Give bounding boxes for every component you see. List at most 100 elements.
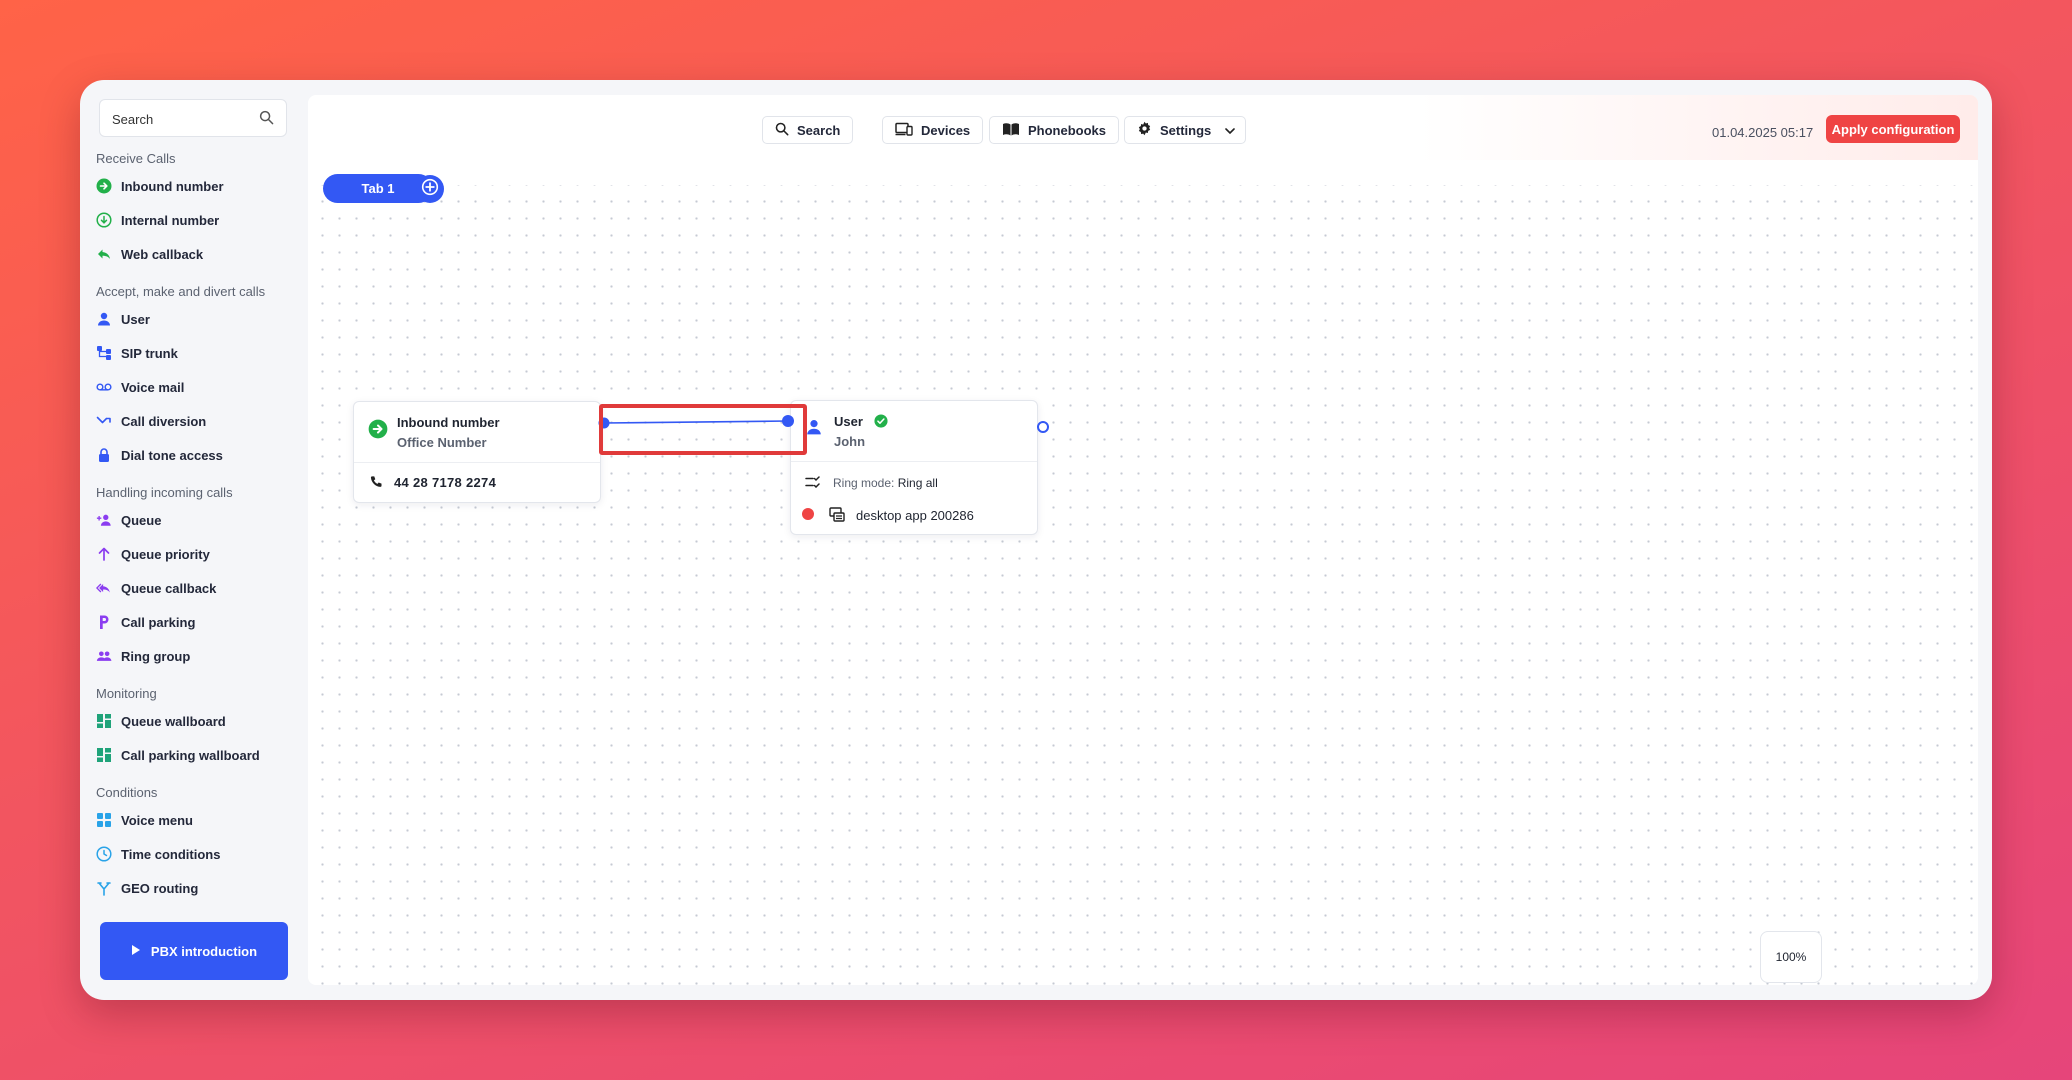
- main-canvas-area: Search Devices Phonebooks Settings 01.04…: [308, 95, 1978, 985]
- dashboard-icon: [96, 713, 112, 729]
- user-node-subtitle: John: [834, 434, 866, 449]
- user-icon: [96, 311, 112, 327]
- sidebar-item-geo-routing[interactable]: GEO routing: [96, 874, 296, 902]
- sidebar-item-label: Voice mail: [121, 379, 185, 395]
- phone-icon: [369, 475, 383, 494]
- ring-mode-text: Ring mode: Ring all: [833, 476, 938, 490]
- play-icon: [131, 944, 141, 959]
- user-node-title: User: [834, 414, 863, 429]
- lock-icon: [96, 447, 112, 463]
- inbound-arrow-icon: [96, 178, 112, 194]
- sidebar-item-label: Ring group: [121, 648, 191, 664]
- status-offline-dot: [802, 508, 814, 520]
- sidebar-item-queue[interactable]: Queue: [96, 506, 296, 534]
- sidebar-item-label: Queue wallboard: [121, 713, 226, 729]
- sidebar-item-internal-number[interactable]: Internal number: [96, 206, 296, 234]
- inbound-node-subtitle: Office Number: [397, 435, 487, 450]
- sidebar-item-queue-callback[interactable]: Queue callback: [96, 574, 296, 602]
- sidebar-item-label: User: [121, 311, 150, 327]
- sidebar-item-ring-group[interactable]: Ring group: [96, 642, 296, 670]
- section-receive-calls: Receive Calls: [96, 151, 176, 166]
- sidebar-item-user[interactable]: User: [96, 305, 296, 333]
- parking-icon: [96, 614, 112, 630]
- highlight-box: [599, 404, 807, 455]
- toolbar-settings-dropdown[interactable]: Settings: [1124, 116, 1246, 144]
- clock-icon: [96, 846, 112, 862]
- sidebar-item-label: Time conditions: [121, 846, 221, 862]
- sidebar-item-voice-menu[interactable]: Voice menu: [96, 806, 296, 834]
- user-node-header: User John: [791, 401, 1037, 462]
- verified-check-icon: [874, 414, 888, 433]
- arrow-up-icon: [96, 546, 112, 562]
- sidebar-search-input[interactable]: [110, 100, 254, 138]
- ring-mode-icon: [805, 475, 821, 493]
- ring-mode-value: Ring all: [897, 476, 938, 490]
- device-name: desktop app 200286: [856, 508, 974, 523]
- toolbar-search-button[interactable]: Search: [762, 116, 854, 144]
- internal-download-icon: [96, 212, 112, 228]
- book-icon: [1002, 122, 1020, 139]
- inbound-number-node[interactable]: Inbound number Office Number 44 28 7178 …: [353, 401, 601, 503]
- plus-circle-icon: [421, 178, 439, 201]
- desktop-app-icon: [829, 506, 845, 527]
- section-accept-calls: Accept, make and divert calls: [96, 284, 266, 299]
- sidebar-item-dial-tone-access[interactable]: Dial tone access: [96, 441, 296, 469]
- section-conditions: Conditions: [96, 785, 158, 800]
- inbound-node-header: Inbound number Office Number: [354, 402, 600, 463]
- ring-mode-label: Ring mode:: [833, 476, 895, 490]
- sidebar-item-label: Web callback: [121, 246, 204, 262]
- sidebar: Receive Calls Inbound number Internal nu…: [80, 80, 308, 1000]
- sidebar-item-sip-trunk[interactable]: SIP trunk: [96, 339, 296, 367]
- fork-icon: [96, 880, 112, 896]
- section-handling-calls: Handling incoming calls: [96, 485, 233, 500]
- user-node[interactable]: User John Ring mode: Ring all desktop ap…: [790, 400, 1038, 535]
- sidebar-item-call-parking[interactable]: Call parking: [96, 608, 296, 636]
- group-icon: [96, 648, 112, 664]
- apply-configuration-button[interactable]: Apply configuration: [1826, 115, 1960, 143]
- devices-icon: [895, 122, 913, 139]
- sidebar-search[interactable]: [99, 99, 287, 138]
- chevron-down-icon: [1225, 123, 1236, 138]
- toolbar-devices-label: Devices: [921, 122, 971, 138]
- toolbar-search-label: Search: [797, 122, 841, 138]
- sidebar-item-web-callback[interactable]: Web callback: [96, 240, 296, 268]
- search-icon[interactable]: [259, 110, 274, 130]
- sidebar-item-queue-priority[interactable]: Queue priority: [96, 540, 296, 568]
- zoom-level[interactable]: 100%: [1760, 931, 1822, 983]
- flow-canvas-grid[interactable]: [308, 185, 1978, 985]
- sidebar-item-inbound-number[interactable]: Inbound number: [96, 172, 296, 200]
- queue-add-user-icon: [96, 512, 112, 528]
- sidebar-item-label: Queue priority: [121, 546, 210, 562]
- config-datetime: 01.04.2025 05:17: [1712, 125, 1814, 140]
- voice-menu-icon: [96, 812, 112, 828]
- sidebar-item-label: Queue callback: [121, 580, 217, 596]
- toolbar-phonebooks-label: Phonebooks: [1028, 122, 1107, 138]
- reply-arrow-icon: [96, 246, 112, 262]
- dashboard-icon: [96, 747, 112, 763]
- sidebar-item-label: Internal number: [121, 212, 220, 228]
- toolbar-devices-button[interactable]: Devices: [882, 116, 984, 144]
- sidebar-item-queue-wallboard[interactable]: Queue wallboard: [96, 707, 296, 735]
- add-tab-button[interactable]: [416, 175, 444, 203]
- section-monitoring: Monitoring: [96, 686, 157, 701]
- sidebar-item-label: Queue: [121, 512, 162, 528]
- toolbar-settings-label: Settings: [1160, 122, 1212, 138]
- voicemail-icon: [96, 379, 112, 395]
- app-window: Receive Calls Inbound number Internal nu…: [80, 80, 1992, 1000]
- sidebar-item-label: Call diversion: [121, 413, 207, 429]
- sidebar-item-label: Inbound number: [121, 178, 224, 194]
- sidebar-item-call-parking-wallboard[interactable]: Call parking wallboard: [96, 741, 296, 769]
- reply-all-icon: [96, 580, 112, 596]
- sidebar-item-label: Call parking wallboard: [121, 747, 260, 763]
- sidebar-item-label: Voice menu: [121, 812, 194, 828]
- sidebar-item-time-conditions[interactable]: Time conditions: [96, 840, 296, 868]
- sidebar-item-voice-mail[interactable]: Voice mail: [96, 373, 296, 401]
- toolbar-phonebooks-button[interactable]: Phonebooks: [989, 116, 1120, 144]
- user-node-output-handle[interactable]: [1037, 421, 1049, 433]
- search-icon: [775, 122, 789, 139]
- pbx-introduction-label: PBX introduction: [150, 943, 258, 959]
- sidebar-item-call-diversion[interactable]: Call diversion: [96, 407, 296, 435]
- inbound-node-title: Inbound number: [397, 415, 500, 430]
- pbx-introduction-button[interactable]: PBX introduction: [100, 922, 288, 980]
- sidebar-item-label: GEO routing: [121, 880, 199, 896]
